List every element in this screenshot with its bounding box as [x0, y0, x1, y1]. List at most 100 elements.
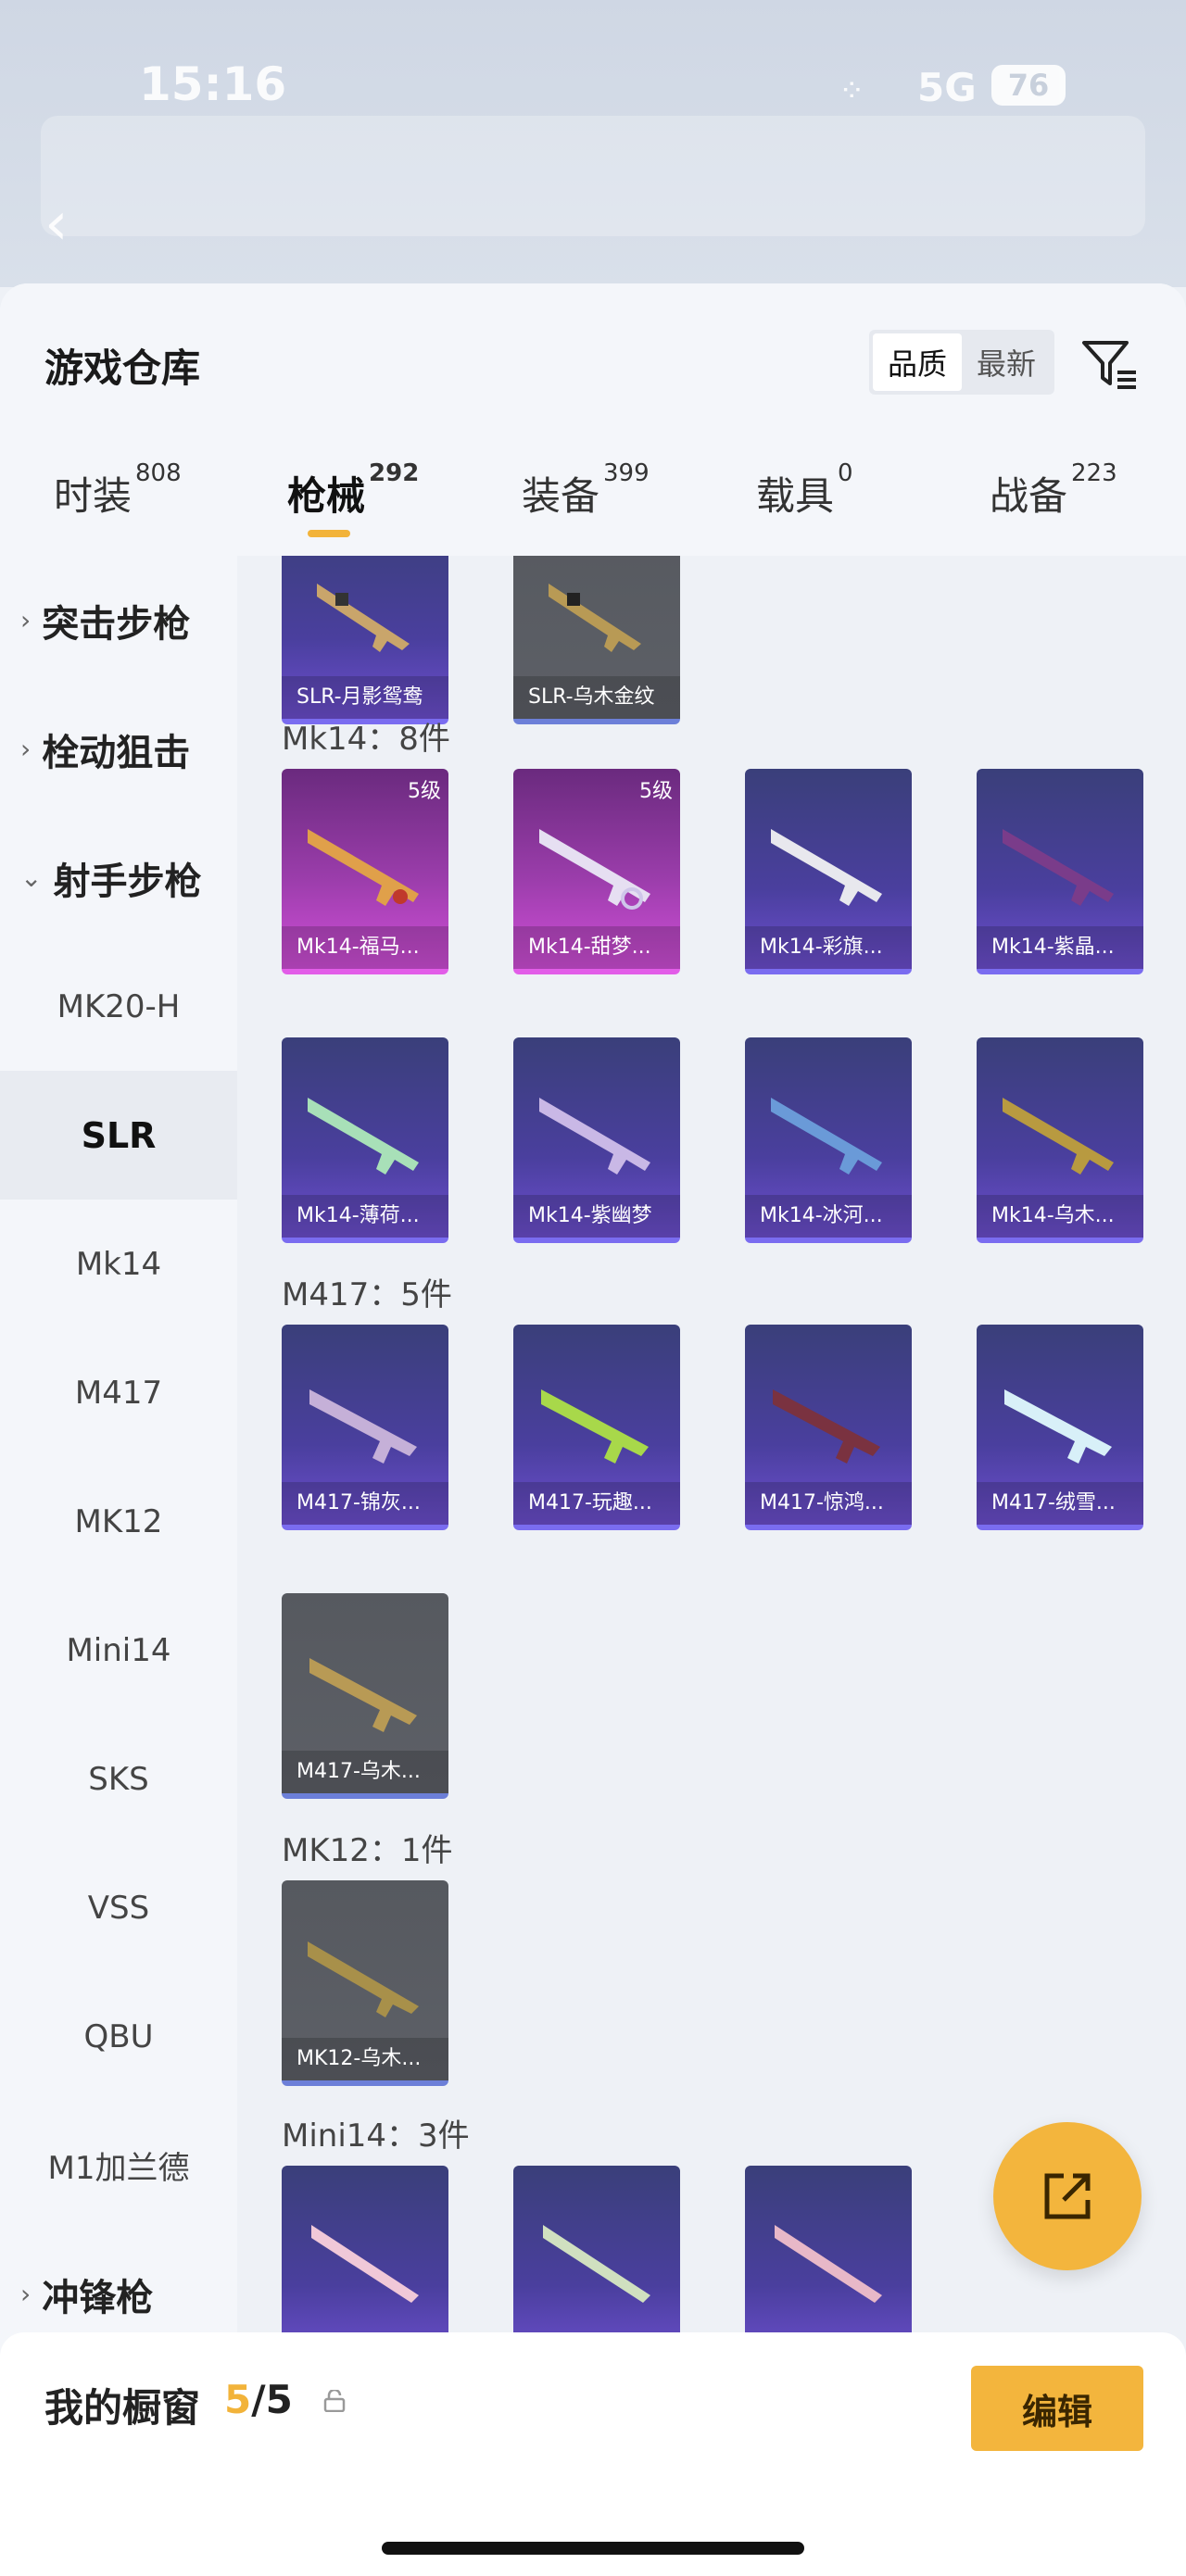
network-indicator: 5G — [917, 65, 977, 110]
status-and-blurred-header: 15:16 ⁘ 5G 76 ‹ — [0, 0, 1186, 287]
weapon-card[interactable]: Mk14-彩旗... — [745, 769, 912, 974]
weapon-card[interactable]: M417-乌木... — [282, 1593, 448, 1799]
weapon-name: Mk14-紫晶... — [977, 926, 1143, 969]
weapon-name: Mk14-彩旗... — [745, 926, 912, 969]
sidebar-item-vss[interactable]: VSS — [0, 1843, 237, 1972]
gun-skin-icon — [771, 1098, 882, 1175]
weapon-card[interactable]: Mk14-紫幽梦 — [513, 1037, 680, 1243]
weapon-card[interactable]: 5级 Mk14-福马... — [282, 769, 448, 974]
gun-skin-icon — [539, 829, 650, 910]
gun-skin-icon — [543, 2225, 650, 2303]
tab-label: 装备 — [522, 473, 600, 519]
lock-icon — [323, 2390, 346, 2412]
weapon-name: SLR-乌木金纹 — [513, 676, 680, 719]
sheet-header: 游戏仓库 品质 最新 时装 808 枪械 292 装备 399 载具 0 战备 … — [0, 283, 1186, 556]
external-link-icon — [1044, 2173, 1091, 2219]
weapon-card[interactable]: Mk14-薄荷... — [282, 1037, 448, 1243]
signal-dots-icon: ⁘ — [839, 72, 865, 109]
tab-supplies[interactable]: 战备 223 — [990, 459, 1117, 521]
weapon-card[interactable]: Mk14-冰河... — [745, 1037, 912, 1243]
tab-count: 292 — [369, 459, 420, 487]
tab-equipment[interactable]: 装备 399 — [522, 459, 650, 521]
gun-skin-icon — [317, 584, 410, 652]
chevron-down-icon: ⌄ — [20, 862, 43, 893]
tab-label: 枪械 — [287, 473, 366, 519]
gun-skin-icon — [1003, 829, 1114, 906]
sidebar-item-m417[interactable]: M417 — [0, 1328, 237, 1457]
sort-by-quality-button[interactable]: 品质 — [873, 333, 962, 391]
weapon-name: M417-锦灰... — [282, 1482, 448, 1525]
share-button[interactable] — [993, 2122, 1142, 2270]
sort-toggle: 品质 最新 — [869, 330, 1054, 395]
gun-skin-icon — [771, 829, 882, 906]
tab-vehicles[interactable]: 载具 0 — [756, 459, 853, 521]
weapon-name: Mk14-紫幽梦 — [513, 1195, 680, 1238]
sidebar-group-marksman-rifles[interactable]: ⌄ 射手步枪 — [0, 813, 237, 942]
sidebar-group-assault-rifles[interactable]: › 突击步枪 — [0, 556, 237, 685]
category-tabs: 时装 808 枪械 292 装备 399 载具 0 战备 223 — [0, 459, 1186, 552]
weapon-card[interactable]: M417-绒雪... — [977, 1325, 1143, 1530]
chevron-right-icon: › — [20, 2279, 32, 2309]
weapon-card[interactable]: 5级 Mk14-甜梦... — [513, 769, 680, 974]
showcase-bar: 我的橱窗 5/5 编辑 — [0, 2332, 1186, 2576]
sidebar-item-slr[interactable]: SLR — [0, 1071, 237, 1200]
chevron-right-icon: › — [20, 605, 32, 635]
gun-skin-icon — [309, 1658, 417, 1732]
weapon-name: M417-惊鸿... — [745, 1482, 912, 1525]
sort-by-newest-button[interactable]: 最新 — [962, 333, 1051, 391]
showcase-count: 5/5 — [224, 2377, 293, 2422]
sidebar-group-bolt-snipers[interactable]: › 栓动狙击 — [0, 685, 237, 813]
level-badge: 5级 — [408, 780, 441, 803]
tab-label: 载具 — [756, 473, 835, 519]
home-indicator — [382, 2542, 804, 2555]
weapon-name: M417-玩趣... — [513, 1482, 680, 1525]
section-title-mk12: MK12：1件 — [282, 1832, 453, 1869]
sidebar-item-m1-garand[interactable]: M1加兰德 — [0, 2101, 237, 2230]
weapon-card[interactable]: SLR-乌木金纹 — [513, 556, 680, 724]
tab-count: 223 — [1071, 459, 1117, 487]
weapon-name: M417-乌木... — [282, 1751, 448, 1793]
gun-skin-icon — [549, 584, 641, 652]
weapon-name: MK12-乌木... — [282, 2038, 448, 2080]
active-tab-indicator — [308, 530, 350, 537]
battery-icon: 76 — [991, 65, 1066, 106]
showcase-label: 我的橱窗 — [44, 2385, 201, 2431]
blurred-background-bar — [41, 116, 1145, 236]
weapon-name: Mk14-冰河... — [745, 1195, 912, 1238]
sidebar-item-qbu[interactable]: QBU — [0, 1972, 237, 2101]
section-title-mini14: Mini14：3件 — [282, 2117, 470, 2155]
weapon-card[interactable]: Mk14-乌木... — [977, 1037, 1143, 1243]
gun-skin-icon — [308, 1941, 419, 2017]
weapon-card[interactable]: M417-惊鸿... — [745, 1325, 912, 1530]
tab-label: 时装 — [54, 473, 132, 519]
weapon-card[interactable]: M417-玩趣... — [513, 1325, 680, 1530]
tab-count: 399 — [603, 459, 650, 487]
page-title: 游戏仓库 — [44, 346, 201, 391]
weapon-name: Mk14-甜梦... — [513, 926, 680, 969]
warehouse-sheet: 游戏仓库 品质 最新 时装 808 枪械 292 装备 399 载具 0 战备 … — [0, 283, 1186, 2576]
weapon-card[interactable]: SLR-月影鸳鸯 — [282, 556, 448, 724]
gun-skin-icon — [309, 1389, 417, 1464]
edit-button[interactable]: 编辑 — [971, 2366, 1143, 2451]
back-arrow-icon[interactable]: ‹ — [44, 190, 69, 258]
filter-icon[interactable] — [1077, 332, 1142, 396]
tab-count: 808 — [135, 459, 182, 487]
gun-skin-icon — [775, 2225, 882, 2303]
sidebar-item-mini14[interactable]: Mini14 — [0, 1586, 237, 1715]
section-title-m417: M417：5件 — [282, 1276, 452, 1313]
weapon-card[interactable]: MK12-乌木... — [282, 1880, 448, 2086]
sidebar-item-mk14[interactable]: Mk14 — [0, 1200, 237, 1328]
weapon-grid: SLR-月影鸳鸯 SLR-乌木金纹 Mk14：8件 5级 Mk14-福马... … — [237, 556, 1186, 2576]
sidebar-item-sks[interactable]: SKS — [0, 1715, 237, 1843]
sidebar-item-mk20h[interactable]: MK20-H — [0, 942, 237, 1071]
tab-guns[interactable]: 枪械 292 — [287, 459, 419, 537]
tab-outfits[interactable]: 时装 808 — [54, 459, 182, 521]
section-title-mk14: Mk14：8件 — [282, 721, 450, 758]
tab-label: 战备 — [990, 473, 1068, 519]
weapon-name: Mk14-薄荷... — [282, 1195, 448, 1238]
sidebar-item-mk12[interactable]: MK12 — [0, 1457, 237, 1586]
weapon-card[interactable]: Mk14-紫晶... — [977, 769, 1143, 974]
weapon-card[interactable]: M417-锦灰... — [282, 1325, 448, 1530]
level-badge: 5级 — [639, 780, 673, 803]
gun-skin-icon — [539, 1098, 650, 1175]
